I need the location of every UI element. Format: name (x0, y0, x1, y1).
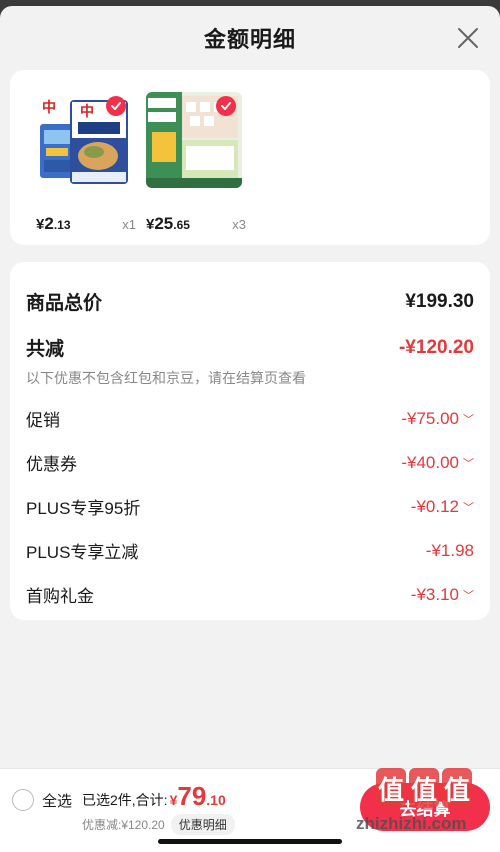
product-item[interactable]: 中 中 ¥2.13 x1 (36, 92, 136, 234)
discount-label: 首购礼金 (26, 587, 94, 606)
check-icon[interactable] (216, 96, 236, 116)
discount-label: 优惠券 (26, 455, 77, 474)
select-all[interactable]: 全选 (12, 789, 72, 811)
product-qty: x1 (122, 217, 136, 232)
svg-text:中: 中 (42, 99, 56, 116)
svg-text:中: 中 (80, 103, 94, 120)
select-all-radio[interactable] (12, 789, 34, 811)
products-card: 中 中 ¥2.13 x1 ¥25.65 x3 (10, 70, 490, 245)
discount-label: PLUS专享立减 (26, 543, 139, 562)
chevron-down-icon: ﹀ (463, 457, 474, 470)
price-row: ¥2.13 x1 (36, 214, 136, 234)
product-price: ¥2.13 (36, 214, 71, 233)
discount-value: -¥3.10 ﹀ (410, 584, 474, 604)
discount-note: 以下优惠不包含红包和京豆，请在结算页查看 (26, 370, 306, 386)
product-image: 中 中 (36, 92, 132, 188)
discount-summary: 优惠减:¥120.20 (82, 818, 165, 832)
discount-label: 促销 (26, 411, 60, 430)
watermark-logo: 值 值 值 (376, 768, 476, 812)
reduction-value: -¥120.20 (398, 336, 474, 358)
product-item[interactable]: ¥25.65 x3 (146, 92, 246, 234)
product-image (146, 92, 242, 188)
total-price-label: 商品总价 (26, 293, 103, 314)
chevron-down-icon: ﹀ (463, 589, 474, 602)
reduction-row: 共减 -¥120.20 (26, 334, 474, 361)
discount-row-plus-reduce: PLUS专享立减 -¥1.98 (26, 538, 474, 563)
chevron-down-icon: ﹀ (463, 413, 474, 426)
discount-row-promotion[interactable]: 促销 -¥75.00 ﹀ (26, 406, 474, 431)
reduction-label: 共减 (26, 339, 65, 360)
watermark: 值 值 值 zhizhizhi.com (356, 768, 486, 842)
total-amount: 79 (177, 781, 207, 811)
amount-detail-sheet: 金额明细 中 中 ¥2.13 x1 ¥25.65 x3 商品总价 ¥199.30… (0, 6, 500, 852)
discount-row-first-purchase[interactable]: 首购礼金 -¥3.10 ﹀ (26, 582, 474, 607)
total-decimal: .10 (206, 792, 226, 808)
chevron-down-icon: ﹀ (463, 501, 474, 514)
home-indicator (158, 839, 342, 844)
discount-detail-button[interactable]: 优惠明细 (170, 814, 235, 835)
order-summary: 已选2件,合计: ¥ 79 .10 优惠减:¥120.20 优惠明细 (82, 781, 235, 835)
discount-value: -¥40.00 ﹀ (401, 452, 474, 472)
check-icon[interactable] (106, 96, 126, 116)
price-detail-card: 商品总价 ¥199.30 共减 -¥120.20 以下优惠不包含红包和京豆，请在… (10, 262, 490, 620)
total-symbol: ¥ (169, 792, 178, 808)
close-icon[interactable] (456, 26, 480, 50)
total-price-row: 商品总价 ¥199.30 (26, 288, 474, 315)
product-price: ¥25.65 (146, 214, 190, 233)
discount-row-coupon[interactable]: 优惠券 -¥40.00 ﹀ (26, 450, 474, 475)
discount-value: -¥0.12 ﹀ (410, 496, 474, 516)
total-price-value: ¥199.30 (405, 290, 474, 312)
product-qty: x3 (232, 217, 246, 232)
discount-label: PLUS专享95折 (26, 499, 141, 518)
price-row: ¥25.65 x3 (146, 214, 246, 234)
discount-value: -¥1.98 (425, 540, 474, 560)
watermark-text: zhizhizhi.com (356, 814, 467, 833)
sheet-header: 金额明细 (0, 6, 500, 70)
select-all-label: 全选 (42, 792, 73, 810)
discount-value: -¥75.00 ﹀ (401, 408, 474, 428)
discount-row-plus-95[interactable]: PLUS专享95折 -¥0.12 ﹀ (26, 494, 474, 519)
sheet-title: 金额明细 (203, 27, 296, 52)
checkout-bar: 全选 已选2件,合计: ¥ 79 .10 优惠减:¥120.20 优惠明细 去结… (0, 768, 500, 852)
selected-count: 已选2件,合计: (82, 792, 168, 808)
